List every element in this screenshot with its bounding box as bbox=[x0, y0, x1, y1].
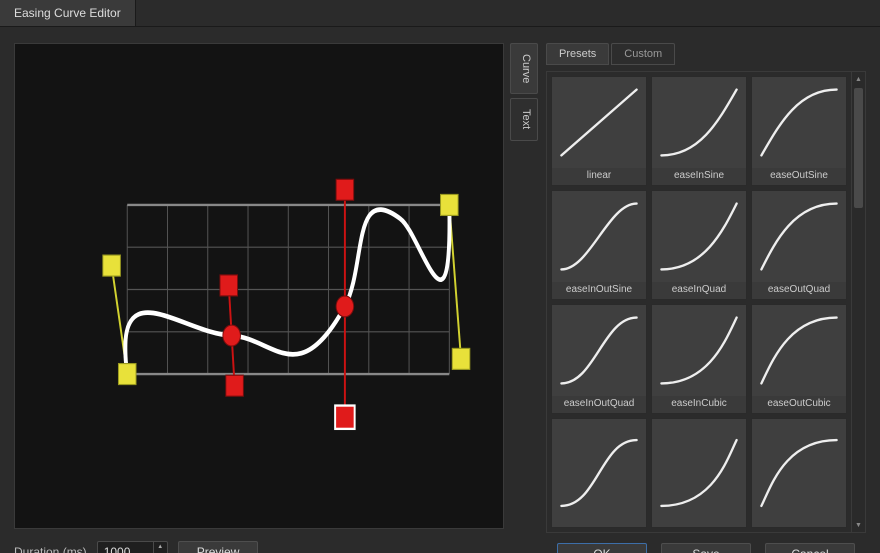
easing-curve-editor-window: Easing Curve Editor Curve Text Duration … bbox=[0, 0, 880, 553]
preset-caption: easeOutQuad bbox=[752, 282, 846, 299]
cancel-button[interactable]: Cancel bbox=[765, 543, 855, 553]
tab-presets[interactable]: Presets bbox=[546, 43, 609, 65]
preset-grid: linear easeInSine easeOutSine easeInOutSine… bbox=[547, 72, 851, 532]
duration-spinbox[interactable]: ▲ ▼ bbox=[97, 541, 168, 553]
preset-caption: linear bbox=[552, 168, 646, 185]
preset-caption: easeInQuad bbox=[652, 282, 746, 299]
bottom-controls: Duration (ms) ▲ ▼ Preview bbox=[14, 539, 538, 553]
preset-item-11[interactable] bbox=[751, 418, 847, 528]
scroll-up-icon[interactable]: ▲ bbox=[852, 72, 865, 86]
left-column: Curve Text Duration (ms) ▲ ▼ Preview bbox=[14, 43, 538, 553]
save-button[interactable]: Save bbox=[661, 543, 751, 553]
curve-handle[interactable] bbox=[336, 179, 354, 200]
preset-easeInQuad[interactable]: easeInQuad bbox=[651, 190, 747, 300]
preset-panel: linear easeInSine easeOutSine easeInOutSine… bbox=[546, 71, 866, 533]
preset-tabs: Presets Custom bbox=[546, 43, 866, 65]
preset-thumb bbox=[552, 419, 646, 527]
preset-scrollbar[interactable]: ▲ ▼ bbox=[851, 72, 865, 532]
spinbox-arrows: ▲ ▼ bbox=[153, 542, 167, 553]
preset-thumb bbox=[652, 77, 746, 168]
scroll-thumb[interactable] bbox=[854, 88, 863, 208]
tab-text[interactable]: Text bbox=[510, 98, 538, 140]
canvas-side-tabs: Curve Text bbox=[510, 43, 538, 529]
curve-svg bbox=[15, 44, 503, 528]
preset-caption: easeInOutSine bbox=[552, 282, 646, 299]
preset-caption: easeInOutQuad bbox=[552, 396, 646, 413]
preset-easeInSine[interactable]: easeInSine bbox=[651, 76, 747, 186]
duration-label: Duration (ms) bbox=[14, 545, 87, 553]
right-column: Presets Custom linear easeInSine easeOutSi… bbox=[546, 43, 866, 553]
curve-endpoint[interactable] bbox=[118, 364, 136, 385]
dialog-buttons: OK Save Cancel bbox=[546, 539, 866, 553]
tab-curve[interactable]: Curve bbox=[510, 43, 538, 94]
preset-easeOutQuad[interactable]: easeOutQuad bbox=[751, 190, 847, 300]
curve-end-handle[interactable] bbox=[103, 255, 121, 276]
preset-thumb bbox=[652, 419, 746, 527]
scroll-down-icon[interactable]: ▼ bbox=[852, 518, 865, 532]
curve-handle[interactable] bbox=[335, 406, 355, 429]
window-title-tab: Easing Curve Editor bbox=[0, 0, 136, 26]
preset-easeOutSine[interactable]: easeOutSine bbox=[751, 76, 847, 186]
preset-caption: easeInCubic bbox=[652, 396, 746, 413]
preset-thumb bbox=[652, 305, 746, 396]
duration-input[interactable] bbox=[98, 542, 153, 553]
preset-easeInOutQuad[interactable]: easeInOutQuad bbox=[551, 304, 647, 414]
preset-thumb bbox=[752, 305, 846, 396]
curve-node[interactable] bbox=[223, 325, 241, 346]
content-area: Curve Text Duration (ms) ▲ ▼ Preview P bbox=[0, 27, 880, 553]
preset-thumb bbox=[552, 305, 646, 396]
spin-up-icon[interactable]: ▲ bbox=[154, 542, 167, 552]
preset-thumb bbox=[652, 191, 746, 282]
preset-easeOutCubic[interactable]: easeOutCubic bbox=[751, 304, 847, 414]
curve-handle[interactable] bbox=[226, 375, 244, 396]
preset-item-9[interactable] bbox=[551, 418, 647, 528]
preset-item-10[interactable] bbox=[651, 418, 747, 528]
curve-canvas[interactable] bbox=[14, 43, 504, 529]
preset-caption: easeOutCubic bbox=[752, 396, 846, 413]
ok-button[interactable]: OK bbox=[557, 543, 647, 553]
preset-thumb bbox=[552, 77, 646, 168]
tab-custom[interactable]: Custom bbox=[611, 43, 675, 65]
preview-button[interactable]: Preview bbox=[178, 541, 259, 553]
preset-thumb bbox=[752, 191, 846, 282]
preset-caption: easeOutSine bbox=[752, 168, 846, 185]
preset-thumb bbox=[752, 419, 846, 527]
curve-node[interactable] bbox=[336, 296, 354, 317]
curve-endpoint[interactable] bbox=[441, 194, 459, 215]
canvas-row: Curve Text bbox=[14, 43, 538, 529]
curve-handle[interactable] bbox=[220, 275, 238, 296]
preset-linear[interactable]: linear bbox=[551, 76, 647, 186]
preset-thumb bbox=[752, 77, 846, 168]
preset-easeInOutSine[interactable]: easeInOutSine bbox=[551, 190, 647, 300]
preset-easeInCubic[interactable]: easeInCubic bbox=[651, 304, 747, 414]
titlebar: Easing Curve Editor bbox=[0, 0, 880, 27]
curve-end-handle[interactable] bbox=[452, 348, 470, 369]
preset-thumb bbox=[552, 191, 646, 282]
preset-caption: easeInSine bbox=[652, 168, 746, 185]
